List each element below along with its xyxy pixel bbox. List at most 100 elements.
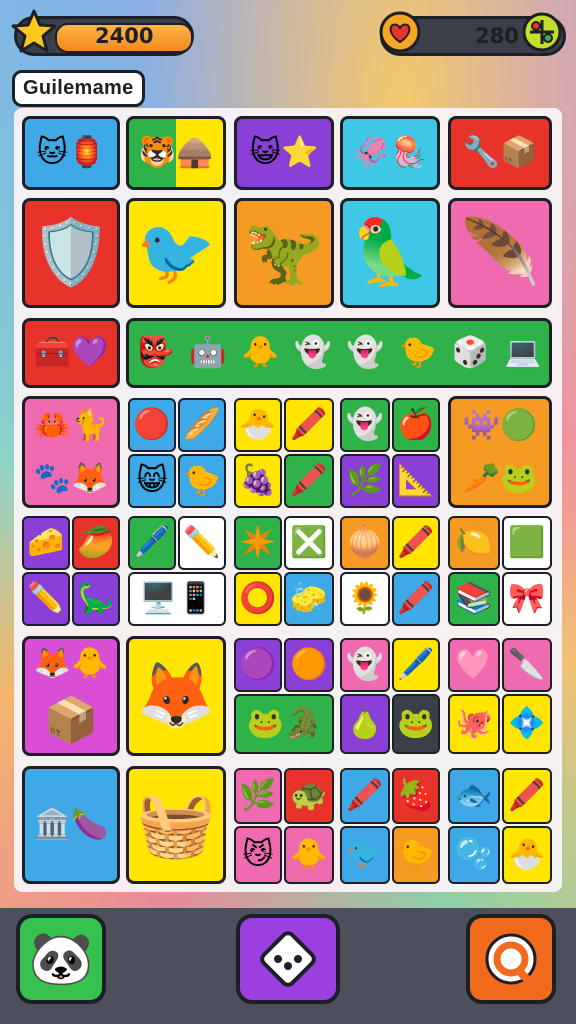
- tile-cat-and-lantern[interactable]: 🐱 🏮: [22, 116, 120, 190]
- jellyfish-icon: 🪼: [390, 135, 428, 170]
- cell-yellow-crayon[interactable]: 🖍️: [340, 768, 390, 824]
- cluster-pink[interactable]: 🦀 🐈 🐾 🦊: [22, 396, 120, 508]
- player-name-tag: Guilemame: [12, 70, 145, 107]
- blob-icon: 🟠: [290, 647, 328, 682]
- cell-green-fish[interactable]: 🐟: [448, 768, 500, 824]
- cell-green-blob[interactable]: 🟩: [502, 516, 552, 570]
- tile-squid-and-jelly[interactable]: 🦑 🪼: [340, 116, 440, 190]
- tile-basket[interactable]: 🧺: [126, 766, 226, 884]
- cell-x-box[interactable]: ❎: [284, 516, 334, 570]
- tile-cat-and-lantern-2[interactable]: 🐯 🛖: [126, 116, 226, 190]
- cell-apple[interactable]: 🍎: [392, 398, 440, 452]
- crayon-icon: 🖍️: [290, 407, 328, 442]
- cell-lemon[interactable]: 🍋: [448, 516, 500, 570]
- cell-herb[interactable]: 🌿: [234, 768, 282, 824]
- cluster-orange[interactable]: 👾 🟢 🥕 🐸: [448, 396, 552, 508]
- cell-pear[interactable]: 🍐: [340, 694, 390, 754]
- cell-yellow-chick[interactable]: 🐥: [284, 826, 334, 884]
- blob-icon: 🩷: [455, 647, 493, 682]
- cell-purple-cat[interactable]: 😼: [234, 826, 282, 884]
- cell-knife[interactable]: 🔪: [502, 638, 552, 692]
- tile-golden-shield[interactable]: 🛡️: [22, 198, 120, 308]
- tile-green-dino[interactable]: 🦖: [234, 198, 334, 308]
- cell-cheese[interactable]: 🧀: [22, 516, 70, 570]
- cell-ghost-pink[interactable]: 👻: [340, 638, 390, 692]
- cell-red-blob[interactable]: 🔴: [128, 398, 176, 452]
- cell-blue-puffball[interactable]: 🫧: [448, 826, 500, 884]
- cell-ghost[interactable]: 👻: [340, 398, 390, 452]
- tile-creature-strip[interactable]: 👺 🤖 🐥 👻 👻 🐤 🎲 💻: [126, 318, 552, 388]
- cell-green-crayon[interactable]: 🖍️: [392, 572, 440, 626]
- cell-purple-crayon[interactable]: 🖍️: [392, 516, 440, 570]
- pear-icon: 🍐: [346, 706, 384, 741]
- cell-orange-blob[interactable]: 🟠: [284, 638, 334, 692]
- cell-purple-blob[interactable]: 🟣: [234, 638, 282, 692]
- tile-treasure-chest[interactable]: 🧰 💜: [22, 318, 120, 388]
- feather-icon: 🪶: [460, 216, 540, 290]
- cell-violet-crayon[interactable]: 🖍️: [502, 768, 552, 824]
- cell-bean[interactable]: 🥖: [178, 398, 226, 452]
- cat-icon: 🐱: [36, 135, 68, 170]
- pillar-icon: 🏛️: [33, 807, 71, 842]
- tile-blue-bird[interactable]: 🐦: [126, 198, 226, 308]
- cell-blue-star[interactable]: ✴️: [234, 516, 282, 570]
- cell-red-bow[interactable]: 🎀: [502, 572, 552, 626]
- plum-icon: 🍇: [239, 463, 277, 498]
- goblin-icon: 👺: [136, 335, 174, 370]
- tile-fox-medal[interactable]: 🦊: [126, 636, 226, 756]
- cell-bouquet[interactable]: 🌿: [340, 454, 390, 508]
- tile-parrot[interactable]: 🦜: [340, 198, 440, 308]
- tile-pillar[interactable]: 🏛️ 🍆: [22, 766, 120, 884]
- cell-flag[interactable]: 📐: [392, 454, 440, 508]
- bird-icon: 🐦: [346, 837, 384, 872]
- cat-icon: 😺: [249, 135, 281, 170]
- cell-sun[interactable]: 🌻: [340, 572, 390, 626]
- cell-yellow-pencil[interactable]: ✏️: [178, 516, 226, 570]
- cell-pink-blob[interactable]: 🩷: [448, 638, 500, 692]
- cell-red-crayon[interactable]: 🖍️: [284, 454, 334, 508]
- gem-icon: 💜: [71, 335, 109, 370]
- cell-blue-cat[interactable]: 😸: [128, 454, 176, 508]
- cat-icon: 😼: [242, 837, 274, 872]
- cell-green-frogs[interactable]: 🐸 🐊: [234, 694, 334, 754]
- cell-frog-dark[interactable]: 🐸: [392, 694, 440, 754]
- cell-chick[interactable]: 🐣: [234, 398, 282, 452]
- panda-icon: 🐼: [28, 929, 94, 989]
- cell-eraser[interactable]: 🧽: [284, 572, 334, 626]
- cell-computer[interactable]: 🖥️ 📱: [128, 572, 226, 626]
- cell-orange-bird[interactable]: 🐤: [392, 826, 440, 884]
- tile-crates[interactable]: 🦊 🐥 📦: [22, 636, 120, 756]
- tile-tools-and-chest[interactable]: 🔧 📦: [448, 116, 552, 190]
- cat-icon: 🐯: [138, 135, 176, 170]
- cell-green-bird[interactable]: 🐦: [340, 826, 390, 884]
- blob-icon: 🐸: [500, 460, 538, 496]
- ring-icon: ⭕: [239, 581, 277, 616]
- ghost-icon: 👻: [346, 647, 384, 682]
- cell-yellow-ghost[interactable]: 🐣: [502, 826, 552, 884]
- parrot-icon: 🦜: [350, 216, 430, 290]
- tile-cat-and-star[interactable]: 😺 ⭐: [234, 116, 334, 190]
- panda-button[interactable]: 🐼: [16, 914, 106, 1004]
- cell-mango[interactable]: 🥭: [72, 516, 120, 570]
- crayon-icon: 🖍️: [397, 581, 435, 616]
- cell-books[interactable]: 📚: [448, 572, 500, 626]
- cell-plum[interactable]: 🍇: [234, 454, 282, 508]
- cell-green-marker[interactable]: 🖊️: [392, 638, 440, 692]
- tile-feather-bow[interactable]: 🪶: [448, 198, 552, 308]
- cell-ghost-green[interactable]: 🦕: [72, 572, 120, 626]
- cell-crayon[interactable]: 🖍️: [284, 398, 334, 452]
- cell-red-bird[interactable]: 🐤: [178, 454, 226, 508]
- cell-onion[interactable]: 🧅: [340, 516, 390, 570]
- cell-ring[interactable]: ⭕: [234, 572, 282, 626]
- cell-strawberry[interactable]: 🍓: [392, 768, 440, 824]
- dice-button[interactable]: [236, 914, 340, 1004]
- cell-marker[interactable]: 🖊️: [128, 516, 176, 570]
- cell-blue-puff[interactable]: 💠: [502, 694, 552, 754]
- cell-turtle[interactable]: 🐢: [284, 768, 334, 824]
- cell-orange-ghost[interactable]: 🐙: [448, 694, 500, 754]
- eggplant-icon: 🍆: [71, 807, 109, 842]
- refresh-button[interactable]: [466, 914, 556, 1004]
- clover-gem-icon[interactable]: [520, 10, 564, 54]
- lantern-icon: 🏮: [67, 135, 106, 170]
- cell-pencil[interactable]: ✏️: [22, 572, 70, 626]
